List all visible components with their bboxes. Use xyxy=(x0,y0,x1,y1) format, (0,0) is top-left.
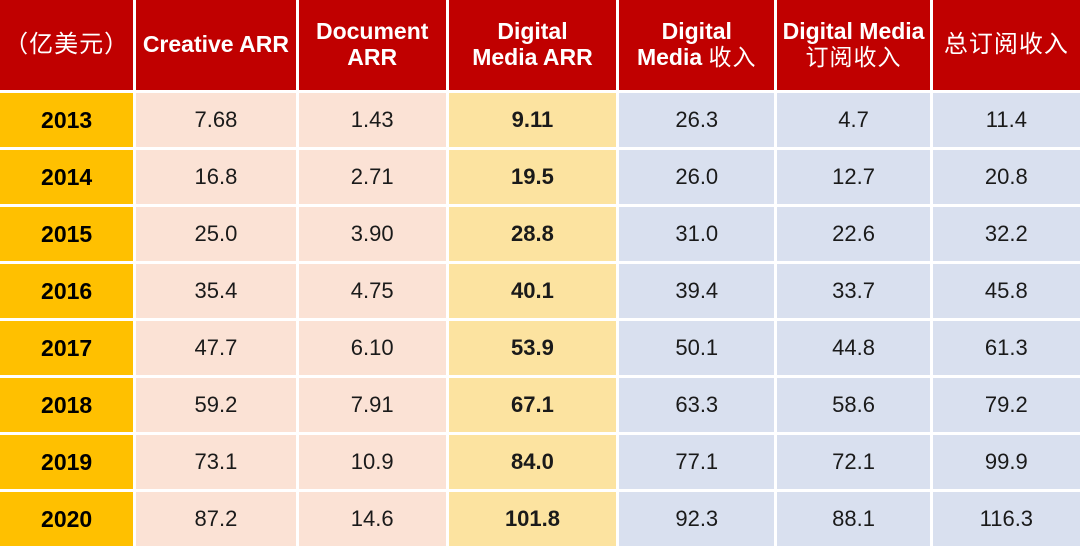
cell-digital-media-sub-revenue: 88.1 xyxy=(777,492,930,546)
table-row: 2020 87.2 14.6 101.8 92.3 88.1 116.3 xyxy=(0,492,1080,546)
column-header-digital-media-sub-line2: 订阅收入 xyxy=(805,44,902,70)
cell-total-sub-revenue: 11.4 xyxy=(932,93,1080,147)
column-header-digital-media-arr: Digital Media ARR xyxy=(448,0,617,90)
cell-digital-media-revenue: 63.3 xyxy=(619,378,775,432)
cell-total-sub-revenue: 32.2 xyxy=(932,207,1080,261)
cell-total-sub-revenue: 116.3 xyxy=(932,492,1080,546)
table-row: 2019 73.1 10.9 84.0 77.1 72.1 99.9 xyxy=(0,435,1080,489)
cell-creative-arr: 16.8 xyxy=(136,150,296,204)
cell-document-arr: 3.90 xyxy=(298,207,446,261)
cell-creative-arr: 35.4 xyxy=(136,264,296,318)
cell-year: 2015 xyxy=(0,207,134,261)
cell-digital-media-revenue: 26.0 xyxy=(619,150,775,204)
column-header-digital-media-sub-line1: Digital Media xyxy=(782,18,925,45)
cell-total-sub-revenue: 45.8 xyxy=(932,264,1080,318)
table-row: 2017 47.7 6.10 53.9 50.1 44.8 61.3 xyxy=(0,321,1080,375)
column-header-digital-media-arr-line2: Media ARR xyxy=(472,44,593,70)
cell-year: 2020 xyxy=(0,492,134,546)
cell-creative-arr: 25.0 xyxy=(136,207,296,261)
cell-year: 2013 xyxy=(0,93,134,147)
cell-digital-media-sub-revenue: 44.8 xyxy=(777,321,930,375)
column-header-document-arr-line1: Document xyxy=(315,18,429,45)
column-header-total-sub-revenue: 总订阅收入 xyxy=(932,0,1080,90)
cell-digital-media-revenue: 92.3 xyxy=(619,492,775,546)
cell-digital-media-sub-revenue: 22.6 xyxy=(777,207,930,261)
cell-digital-media-sub-revenue: 4.7 xyxy=(777,93,930,147)
cell-digital-media-arr: 40.1 xyxy=(448,264,617,318)
table-body: 2013 7.68 1.43 9.11 26.3 4.7 11.4 2014 16.8 2.71 1… xyxy=(0,93,1080,546)
cell-creative-arr: 73.1 xyxy=(136,435,296,489)
cell-digital-media-arr: 53.9 xyxy=(448,321,617,375)
cell-digital-media-sub-revenue: 58.6 xyxy=(777,378,930,432)
column-header-digital-media-revenue-line2-en: Media xyxy=(636,44,703,70)
cell-digital-media-arr: 19.5 xyxy=(448,150,617,204)
table-row: 2018 59.2 7.91 67.1 63.3 58.6 79.2 xyxy=(0,378,1080,432)
cell-creative-arr: 87.2 xyxy=(136,492,296,546)
cell-document-arr: 14.6 xyxy=(298,492,446,546)
cell-digital-media-revenue: 50.1 xyxy=(619,321,775,375)
cell-year: 2019 xyxy=(0,435,134,489)
cell-year: 2017 xyxy=(0,321,134,375)
column-header-creative-arr: Creative ARR xyxy=(136,0,296,90)
column-header-digital-media-revenue-line2-cn: 收入 xyxy=(708,44,757,70)
cell-year: 2016 xyxy=(0,264,134,318)
cell-digital-media-arr: 9.11 xyxy=(448,93,617,147)
cell-total-sub-revenue: 99.9 xyxy=(932,435,1080,489)
column-header-digital-media-arr-line1: Digital xyxy=(497,18,568,45)
cell-total-sub-revenue: 20.8 xyxy=(932,150,1080,204)
cell-total-sub-revenue: 61.3 xyxy=(932,321,1080,375)
cell-creative-arr: 7.68 xyxy=(136,93,296,147)
cell-document-arr: 1.43 xyxy=(298,93,446,147)
table-header: （亿美元） Creative ARR Document ARR Digital … xyxy=(0,0,1080,90)
cell-year: 2014 xyxy=(0,150,134,204)
table-row: 2016 35.4 4.75 40.1 39.4 33.7 45.8 xyxy=(0,264,1080,318)
cell-digital-media-arr: 101.8 xyxy=(448,492,617,546)
cell-digital-media-arr: 84.0 xyxy=(448,435,617,489)
column-header-digital-media-revenue-line1: Digital xyxy=(661,18,732,45)
table-row: 2014 16.8 2.71 19.5 26.0 12.7 20.8 xyxy=(0,150,1080,204)
cell-creative-arr: 59.2 xyxy=(136,378,296,432)
cell-digital-media-revenue: 77.1 xyxy=(619,435,775,489)
cell-digital-media-revenue: 39.4 xyxy=(619,264,775,318)
column-header-digital-media-sub-revenue: Digital Media 订阅收入 xyxy=(777,0,930,90)
table-row: 2015 25.0 3.90 28.8 31.0 22.6 32.2 xyxy=(0,207,1080,261)
cell-document-arr: 4.75 xyxy=(298,264,446,318)
cell-total-sub-revenue: 79.2 xyxy=(932,378,1080,432)
cell-digital-media-sub-revenue: 33.7 xyxy=(777,264,930,318)
column-header-document-arr-line2: ARR xyxy=(347,44,398,70)
cell-year: 2018 xyxy=(0,378,134,432)
financial-data-table: （亿美元） Creative ARR Document ARR Digital … xyxy=(0,0,1080,549)
cell-digital-media-revenue: 31.0 xyxy=(619,207,775,261)
cell-document-arr: 6.10 xyxy=(298,321,446,375)
cell-creative-arr: 47.7 xyxy=(136,321,296,375)
cell-document-arr: 10.9 xyxy=(298,435,446,489)
cell-digital-media-arr: 67.1 xyxy=(448,378,617,432)
cell-digital-media-sub-revenue: 72.1 xyxy=(777,435,930,489)
cell-digital-media-arr: 28.8 xyxy=(448,207,617,261)
column-header-unit: （亿美元） xyxy=(0,0,134,90)
column-header-creative-arr-label: Creative ARR xyxy=(142,31,289,58)
cell-document-arr: 7.91 xyxy=(298,378,446,432)
table-row: 2013 7.68 1.43 9.11 26.3 4.7 11.4 xyxy=(0,93,1080,147)
column-header-digital-media-revenue: Digital Media 收入 xyxy=(619,0,775,90)
column-header-document-arr: Document ARR xyxy=(298,0,446,90)
cell-document-arr: 2.71 xyxy=(298,150,446,204)
header-row: （亿美元） Creative ARR Document ARR Digital … xyxy=(0,0,1080,90)
table-container: （亿美元） Creative ARR Document ARR Digital … xyxy=(0,0,1080,548)
cell-digital-media-revenue: 26.3 xyxy=(619,93,775,147)
cell-digital-media-sub-revenue: 12.7 xyxy=(777,150,930,204)
